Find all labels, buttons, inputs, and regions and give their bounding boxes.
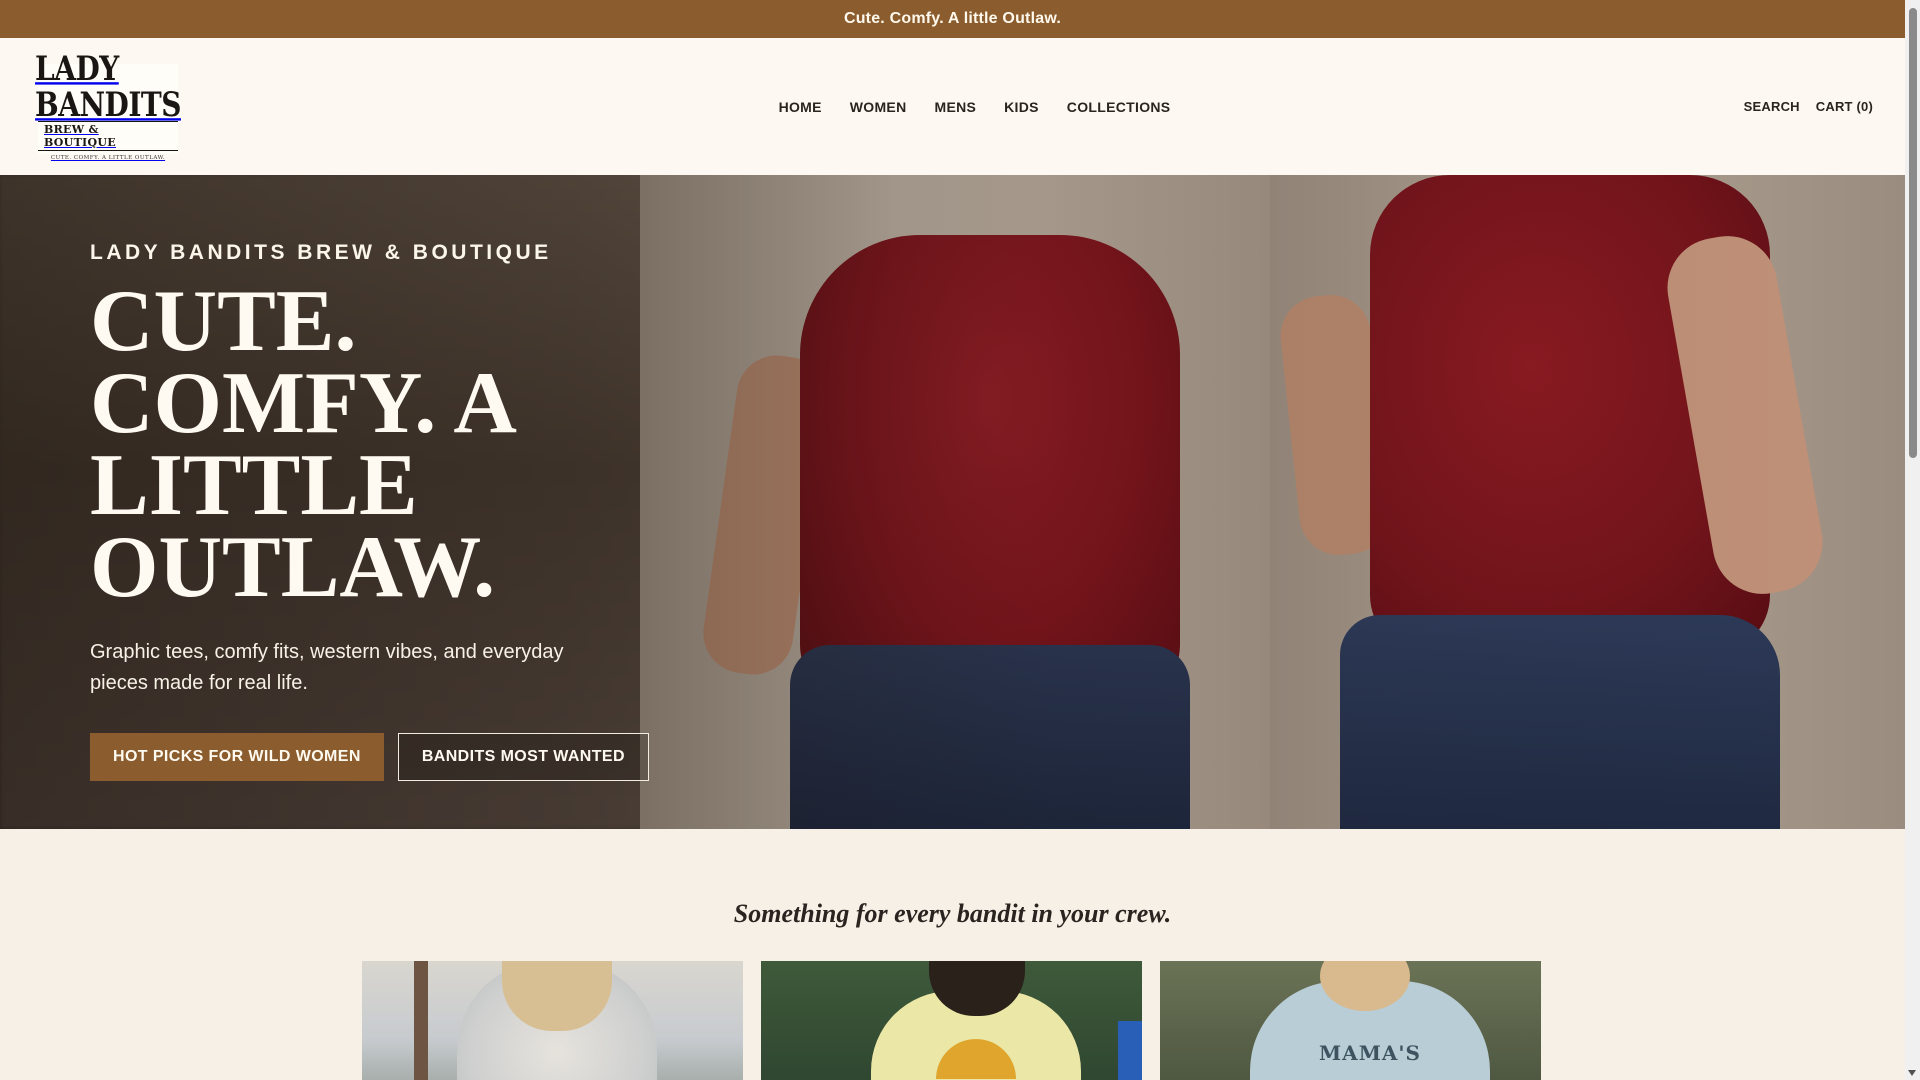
site-header: LADY BANDITS BREW & BOUTIQUE CUTE. COMFY… <box>0 38 1905 175</box>
collections-section: Something for every bandit in your crew.… <box>0 829 1905 1080</box>
card-image-pole <box>414 961 428 1080</box>
hero-eyebrow: LADY BANDITS BREW & BOUTIQUE <box>90 241 552 264</box>
scroll-down-arrow-icon[interactable] <box>1908 1070 1916 1076</box>
search-link[interactable]: SEARCH <box>1744 99 1800 114</box>
logo-wordmark: LADY BANDITS <box>35 48 181 125</box>
collection-card-kids[interactable]: MAMA'S <box>1160 961 1541 1080</box>
hero-content: LADY BANDITS BREW & BOUTIQUE CUTE. COMFY… <box>90 241 730 781</box>
collection-cards: MAMA'S <box>362 961 1541 1080</box>
site-logo[interactable]: LADY BANDITS BREW & BOUTIQUE CUTE. COMFY… <box>35 50 181 161</box>
collection-card-women[interactable] <box>362 961 743 1080</box>
collection-card-mens[interactable] <box>761 961 1142 1080</box>
hero-headline: CUTE. COMFY. A LITTLE OUTLAW. <box>90 273 513 616</box>
page: Cute. Comfy. A little Outlaw. LADY BANDI… <box>0 0 1905 1080</box>
hero-cta-group: HOT PICKS FOR WILD WOMEN BANDITS MOST WA… <box>90 733 730 781</box>
logo-subtitle: BREW & BOUTIQUE <box>38 121 178 151</box>
announcement-text: Cute. Comfy. A little Outlaw. <box>843 10 1062 27</box>
nav-women[interactable]: WOMEN <box>836 99 921 115</box>
scrollbar-thumb[interactable] <box>1909 8 1917 458</box>
logo-tagline: CUTE. COMFY. A LITTLE OUTLAW. <box>50 155 166 161</box>
announcement-bar: Cute. Comfy. A little Outlaw. <box>0 0 1905 38</box>
main-nav: HOME WOMEN MENS KIDS COLLECTIONS <box>0 38 1905 175</box>
page-scrollbar[interactable] <box>1905 0 1920 1080</box>
nav-kids[interactable]: KIDS <box>990 99 1053 115</box>
hero-subtext: Graphic tees, comfy fits, western vibes,… <box>90 641 564 694</box>
collections-title: Something for every bandit in your crew. <box>733 899 1172 928</box>
hot-picks-button[interactable]: HOT PICKS FOR WILD WOMEN <box>90 733 384 781</box>
card-image-print: MAMA'S <box>1319 1041 1421 1065</box>
nav-collections[interactable]: COLLECTIONS <box>1053 99 1185 115</box>
most-wanted-button[interactable]: BANDITS MOST WANTED <box>397 733 649 781</box>
nav-home[interactable]: HOME <box>765 99 836 115</box>
hero-banner: LADY BANDITS BREW & BOUTIQUE CUTE. COMFY… <box>0 175 1905 829</box>
card-image-accent <box>1118 1021 1142 1080</box>
cart-link[interactable]: CART (0) <box>1816 99 1873 114</box>
nav-mens[interactable]: MENS <box>920 99 990 115</box>
header-utilities: SEARCH CART (0) <box>1744 38 1873 175</box>
